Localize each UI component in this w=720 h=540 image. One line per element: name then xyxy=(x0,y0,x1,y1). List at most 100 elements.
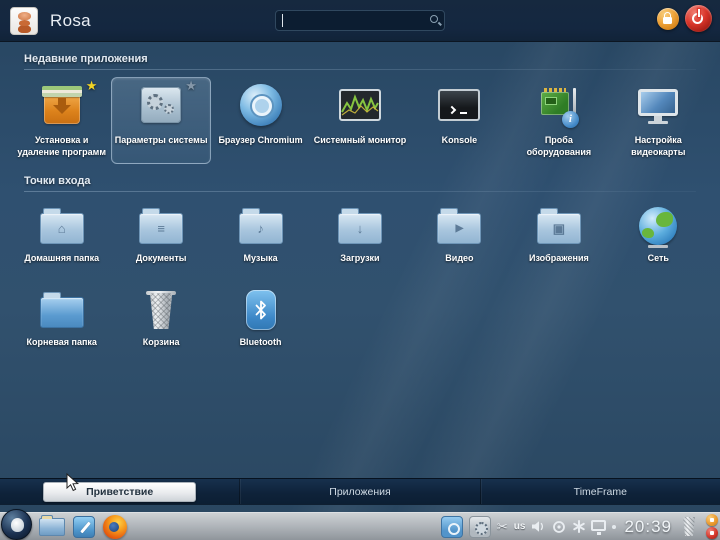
search-field-wrap xyxy=(275,10,445,31)
mouse-cursor xyxy=(66,472,80,498)
favorite-star-icon: ★ xyxy=(185,78,197,93)
system-settings-icon xyxy=(138,82,184,130)
entry-points-grid-row2: Корневая папка Корзина Bluetooth xyxy=(0,279,720,355)
power-mini-button[interactable] xyxy=(706,527,718,539)
place-tile-home[interactable]: ⌂ Домашняя папка xyxy=(12,199,111,271)
music-folder-icon: ♪ xyxy=(238,204,284,248)
app-tile-hardware-probe[interactable]: i Проба оборудования xyxy=(509,77,608,164)
pictures-folder-icon: ▣ xyxy=(536,204,582,248)
place-label: Сеть xyxy=(647,253,669,264)
lock-screen-button[interactable] xyxy=(657,7,679,30)
settings-task-icon[interactable] xyxy=(468,515,491,538)
camera-app-icon[interactable] xyxy=(440,515,463,538)
clipboard-scissors-icon[interactable]: ✂ xyxy=(497,519,508,535)
documents-folder-icon: ≡ xyxy=(138,204,184,248)
favorite-star-icon: ★ xyxy=(85,78,98,93)
app-label: Системный монитор xyxy=(313,135,407,145)
home-folder-icon: ⌂ xyxy=(39,204,85,248)
downloads-folder-icon: ↓ xyxy=(337,204,383,248)
place-tile-music[interactable]: ♪ Музыка xyxy=(211,199,310,271)
section-divider xyxy=(24,69,696,70)
search-input[interactable] xyxy=(275,10,445,31)
system-tray: ✂ us 20:39 xyxy=(440,514,720,539)
bluetooth-icon xyxy=(238,288,284,332)
power-button[interactable] xyxy=(685,5,712,32)
volume-icon[interactable] xyxy=(531,520,546,533)
text-caret xyxy=(282,14,283,27)
app-tile-konsole[interactable]: Konsole xyxy=(410,77,509,164)
place-tile-downloads[interactable]: ↓ Загрузки xyxy=(310,199,409,271)
simplewelcome-launcher: Rosa Недавние приложения ★ Установка и у… xyxy=(0,0,720,512)
app-tile-system-settings[interactable]: ★ Параметры системы xyxy=(111,77,211,165)
search-icon xyxy=(430,15,438,23)
tab-applications[interactable]: Приложения xyxy=(239,479,479,504)
trash-tray-icon[interactable] xyxy=(683,517,695,536)
rosa-logo-icon xyxy=(10,6,38,35)
section-title: Точки входа xyxy=(24,175,91,188)
tab-label: TimeFrame xyxy=(573,485,627,498)
place-tile-documents[interactable]: ≡ Документы xyxy=(111,199,210,271)
app-label: Установка и удаление программ xyxy=(17,135,106,157)
place-label: Документы xyxy=(135,253,187,264)
file-manager-icon[interactable] xyxy=(39,514,65,536)
keyboard-layout-indicator[interactable]: us xyxy=(514,521,526,532)
section-title: Недавние приложения xyxy=(24,53,148,65)
tray-expander-icon[interactable] xyxy=(612,524,617,529)
place-label: Домашняя папка xyxy=(24,253,100,264)
recent-apps-grid: ★ Установка и удаление программ ★ Параме… xyxy=(0,73,720,165)
app-label: Проба оборудования xyxy=(526,135,592,157)
recent-apps-section-header: Недавние приложения xyxy=(12,44,708,73)
place-label: Видео xyxy=(445,253,474,264)
package-installer-icon xyxy=(39,82,85,130)
entry-points-grid-row1: ⌂ Домашняя папка ≡ Документы ♪ Музыка ↓ xyxy=(0,195,720,271)
root-folder-icon xyxy=(39,288,85,332)
system-monitor-icon xyxy=(337,82,383,130)
terminal-icon xyxy=(436,82,482,130)
video-folder-icon: ▶ xyxy=(436,204,482,248)
chromium-icon xyxy=(238,82,284,130)
bluetooth-tray-icon[interactable] xyxy=(572,520,586,533)
network-icon[interactable] xyxy=(552,520,566,534)
launcher-tabbar: Приветствие Приложения TimeFrame xyxy=(0,478,720,505)
entry-points-section-header: Точки входа xyxy=(12,166,708,195)
info-icon: i xyxy=(561,111,579,128)
place-tile-trash[interactable]: Корзина xyxy=(111,283,210,355)
tab-welcome[interactable]: Приветствие xyxy=(0,479,239,504)
clock[interactable]: 20:39 xyxy=(622,517,674,537)
place-tile-bluetooth[interactable]: Bluetooth xyxy=(211,283,310,355)
lock-mini-button[interactable] xyxy=(706,514,718,526)
place-label: Изображения xyxy=(528,253,589,264)
app-tile-video-settings[interactable]: Настройка видеокарты xyxy=(609,77,708,164)
desktop: Rosa Недавние приложения ★ Установка и у… xyxy=(0,0,720,540)
text-editor-icon[interactable] xyxy=(73,515,95,538)
tab-timeframe[interactable]: TimeFrame xyxy=(479,479,720,504)
section-divider xyxy=(24,191,696,193)
place-tile-video[interactable]: ▶ Видео xyxy=(410,199,509,271)
app-label: Настройка видеокарты xyxy=(631,135,686,157)
app-tile-system-monitor[interactable]: Системный монитор xyxy=(310,77,409,164)
app-label: Браузер Chromium xyxy=(218,135,303,145)
app-label: Параметры системы xyxy=(114,135,208,145)
app-tile-install-remove[interactable]: ★ Установка и удаление программ xyxy=(12,77,111,164)
firefox-icon[interactable] xyxy=(103,514,127,539)
trash-icon xyxy=(138,288,184,332)
app-tile-chromium[interactable]: Браузер Chromium xyxy=(211,77,310,164)
app-label: Konsole xyxy=(441,135,478,145)
place-label: Bluetooth xyxy=(239,337,282,348)
os-title: Rosa xyxy=(50,10,91,30)
app-menu-button[interactable] xyxy=(1,509,32,540)
place-label: Музыка xyxy=(243,253,278,264)
place-label: Корзина xyxy=(142,337,180,348)
display-settings-icon xyxy=(635,82,681,130)
place-tile-root[interactable]: Корневая папка xyxy=(12,283,111,355)
launcher-topbar: Rosa xyxy=(0,0,720,42)
place-tile-network[interactable]: Сеть xyxy=(609,199,708,271)
network-globe-icon xyxy=(635,204,681,248)
display-tray-icon[interactable] xyxy=(591,519,607,535)
place-label: Корневая папка xyxy=(26,337,97,348)
taskbar: ✂ us 20:39 xyxy=(0,509,720,540)
place-tile-pictures[interactable]: ▣ Изображения xyxy=(509,199,608,271)
hardware-info-icon: i xyxy=(536,82,582,130)
tab-label: Приложения xyxy=(329,485,391,498)
place-label: Загрузки xyxy=(340,253,380,264)
